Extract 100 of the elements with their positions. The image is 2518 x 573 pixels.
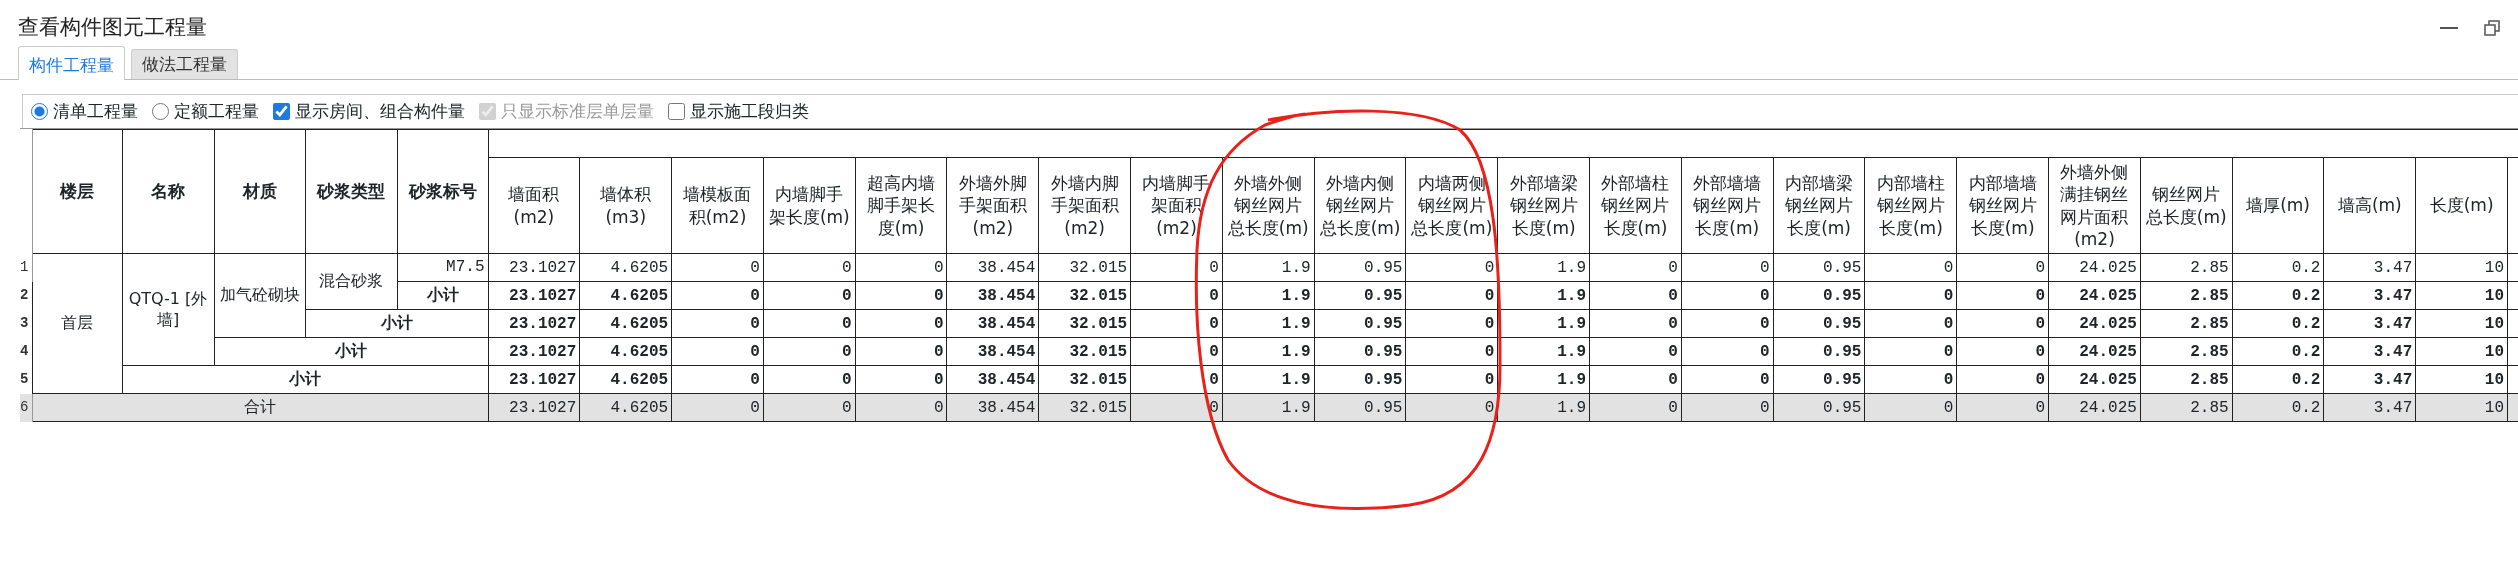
- table-cell: 0: [1864, 337, 1957, 366]
- table-cell: 4.6205: [579, 365, 672, 394]
- table-cell: 2.85: [2140, 365, 2233, 394]
- checkbox[interactable]: [668, 103, 685, 120]
- row-number: 4: [20, 337, 32, 366]
- table-cell: 0: [1681, 365, 1774, 394]
- tab[interactable]: 做法工程量: [131, 49, 238, 79]
- row-number: 2: [20, 281, 32, 310]
- table-cell: 0: [1956, 337, 2049, 366]
- table-cell: 0: [763, 365, 856, 394]
- table-cell: 1.9: [1222, 281, 1315, 310]
- table-cell: 0: [1405, 393, 1498, 422]
- table-cell: 4.6205: [579, 337, 672, 366]
- table-cell: 3.47: [2323, 253, 2416, 282]
- table-cell: 0.95: [1314, 337, 1406, 366]
- radio-button[interactable]: [31, 103, 48, 120]
- column-header: 外墙外侧满挂钢丝网片面积(m2): [2048, 157, 2141, 254]
- table-cell: 32.015: [1038, 253, 1131, 282]
- table-cell: 混合砂浆: [305, 253, 397, 310]
- table-cell: 小计: [397, 281, 488, 310]
- table-cell: 32.015: [1038, 309, 1131, 338]
- table-cell: 0: [671, 309, 764, 338]
- table-cell: 10: [2415, 281, 2508, 310]
- table-cell: 4.6205: [579, 281, 672, 310]
- option-label: 清单工程量: [53, 99, 138, 123]
- table-cell: QTQ-1 [外墙]: [122, 253, 214, 366]
- table-cell: 1.9: [1222, 365, 1315, 394]
- table-cell: 1.9: [1497, 393, 1590, 422]
- table-cell: 0: [763, 393, 856, 422]
- table-cell: 2.85: [2140, 253, 2233, 282]
- table-cell: 0.95: [1773, 337, 1865, 366]
- table-cell: 3.47: [2323, 337, 2416, 366]
- table-cell: 10: [2415, 309, 2508, 338]
- column-header: 墙厚(m): [2232, 157, 2324, 254]
- column-header: 砂浆标号: [397, 129, 488, 254]
- tab[interactable]: 构件工程量: [18, 46, 125, 80]
- restore-icon[interactable]: [2484, 20, 2500, 36]
- table-cell: 0: [1405, 337, 1498, 366]
- table-cell: 0: [1589, 393, 1682, 422]
- column-header: 外墙外脚手架面积(m2): [947, 157, 1039, 254]
- column-header: 墙高(m): [2323, 157, 2416, 254]
- column-header: 楼层: [32, 129, 122, 254]
- table-cell: 0: [1589, 365, 1682, 394]
- table-cell: 24.025: [2048, 281, 2141, 310]
- checkbox[interactable]: [273, 103, 290, 120]
- table-cell: 10: [2415, 365, 2508, 394]
- row-number: 6: [20, 393, 32, 422]
- table-cell: 38.454: [947, 281, 1039, 310]
- table-cell: 0: [1956, 253, 2049, 282]
- table-cell: 0: [1956, 281, 2049, 310]
- column-header: 内墙脚手架长度(m): [763, 157, 856, 254]
- column-header: 外墙外侧钢丝网片总长度(m): [1222, 157, 1315, 254]
- table-cell: 0: [1956, 365, 2049, 394]
- table-cell: 0: [1589, 281, 1682, 310]
- minimize-icon[interactable]: [2440, 26, 2458, 30]
- table-cell: 2.85: [2140, 309, 2233, 338]
- table-cell: 1.9: [1497, 253, 1590, 282]
- table-cell: 32.015: [1038, 365, 1131, 394]
- column-header: 外墙内侧钢丝网片总长度(m): [1314, 157, 1406, 254]
- table-cell: 23.1027: [488, 309, 580, 338]
- table-cell: 0: [855, 365, 947, 394]
- column-header: 墙体积(m3): [579, 157, 672, 254]
- table-cell: 32.015: [1038, 281, 1131, 310]
- table-cell: 3.47: [2323, 393, 2416, 422]
- column-header: 内部墙梁钢丝网片长度(m): [1773, 157, 1865, 254]
- column-header: 长度(m): [2415, 157, 2508, 254]
- column-header: 外墙内脚手架面积(m2): [1038, 157, 1131, 254]
- table-cell: 0.2: [2232, 309, 2324, 338]
- table-cell: 小计: [214, 337, 488, 366]
- column-header: 材质: [214, 129, 305, 254]
- table-cell: 0.95: [1773, 309, 1865, 338]
- table-cell: 0: [763, 253, 856, 282]
- table-cell: 0.95: [1773, 281, 1865, 310]
- table-cell: 38.454: [947, 393, 1039, 422]
- table-cell: 0: [1681, 309, 1774, 338]
- window-title: 查看构件图元工程量: [18, 14, 207, 42]
- column-header: 砂浆类型: [305, 129, 397, 254]
- table-cell: 0.95: [1314, 365, 1406, 394]
- column-header: 外部墙柱钢丝网片长度(m): [1589, 157, 1682, 254]
- table-cell: 0.95: [1314, 393, 1406, 422]
- column-header: 超高内墙脚手架长度(m): [855, 157, 947, 254]
- row-number: 3: [20, 309, 32, 338]
- table-cell: 0: [671, 253, 764, 282]
- table-cell: 0.2: [2232, 253, 2324, 282]
- table-cell: 合计: [32, 393, 488, 422]
- radio-button[interactable]: [152, 103, 169, 120]
- table-cell: 10: [2415, 393, 2508, 422]
- table-cell: 38.454: [947, 309, 1039, 338]
- table-cell: 0.95: [1314, 281, 1406, 310]
- row-number: 5: [20, 365, 32, 394]
- table-cell: 0: [1681, 281, 1774, 310]
- table-cell: 0: [763, 281, 856, 310]
- table-cell: 0: [671, 365, 764, 394]
- table-cell: 4.6205: [579, 393, 672, 422]
- table-cell: 0.2: [2232, 365, 2324, 394]
- table-cell: 1.9: [1222, 393, 1315, 422]
- table-cell: 1.9: [1497, 337, 1590, 366]
- table-cell: 0: [855, 281, 947, 310]
- table-cell: 23.1027: [488, 365, 580, 394]
- option-label: 只显示标准层单层量: [501, 99, 654, 123]
